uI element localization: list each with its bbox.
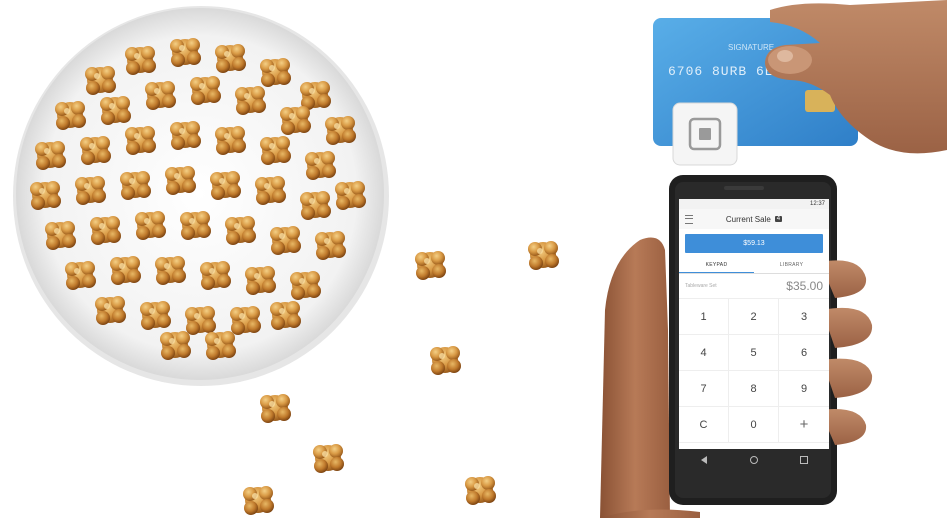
key-1[interactable]: 1 (679, 299, 729, 335)
item-entry: Tableware Set $35.00 (679, 274, 829, 299)
status-bar: 12:37 (679, 199, 829, 209)
key-9[interactable]: 9 (779, 371, 829, 407)
key-6[interactable]: 6 (779, 335, 829, 371)
recent-apps-icon[interactable] (800, 456, 808, 464)
key-clear[interactable]: C (679, 407, 729, 443)
home-icon[interactable] (750, 456, 758, 464)
app-header: Current Sale 4 (679, 209, 829, 229)
key-4[interactable]: 4 (679, 335, 729, 371)
key-3[interactable]: 3 (779, 299, 829, 335)
menu-icon[interactable] (685, 215, 693, 224)
key-8[interactable]: 8 (729, 371, 779, 407)
card-name-text: SIGNATURE (728, 43, 774, 52)
scene: 6706 8URB 6EXY Y9Y3 SIGNATURE 12:37 Curr… (0, 0, 947, 518)
android-nav-bar (679, 451, 829, 469)
entry-label: Tableware Set (685, 283, 717, 289)
phone-screen: 12:37 Current Sale 4 $59.13 KEYPAD LIBRA… (679, 199, 829, 449)
card-reader-scene: 6706 8URB 6EXY Y9Y3 SIGNATURE (653, 0, 947, 166)
tab-bar: KEYPAD LIBRARY (679, 257, 829, 274)
back-icon[interactable] (700, 456, 708, 464)
status-time: 12:37 (809, 201, 825, 207)
charge-label: $59.13 (743, 240, 765, 247)
charge-button[interactable]: $59.13 (685, 234, 823, 253)
key-0[interactable]: 0 (729, 407, 779, 443)
hand-thumb (600, 237, 670, 518)
item-count-badge: 4 (774, 216, 783, 222)
key-2[interactable]: 2 (729, 299, 779, 335)
keypad: 1 2 3 4 5 6 7 8 9 C 0 + (679, 299, 829, 443)
key-7[interactable]: 7 (679, 371, 729, 407)
entry-amount: $35.00 (786, 279, 823, 293)
tab-library[interactable]: LIBRARY (754, 257, 829, 273)
key-add[interactable]: + (779, 407, 829, 443)
key-5[interactable]: 5 (729, 335, 779, 371)
tab-keypad[interactable]: KEYPAD (679, 257, 754, 273)
page-title: Current Sale (725, 214, 771, 224)
